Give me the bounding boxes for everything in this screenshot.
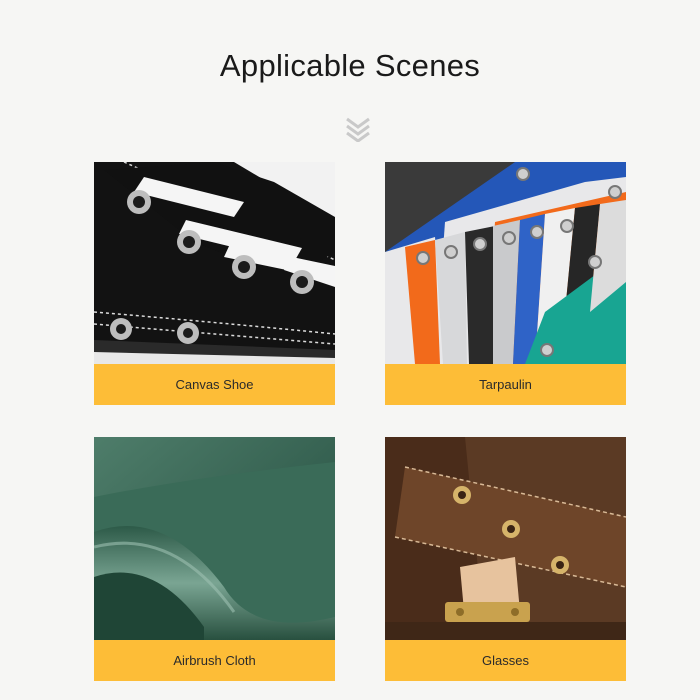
scene-label: Airbrush Cloth	[94, 640, 335, 681]
scene-card-tarpaulin[interactable]: Tarpaulin	[385, 162, 626, 405]
canvas-shoe-photo	[94, 162, 335, 364]
double-chevron-down-icon	[346, 117, 370, 142]
scene-card-glasses[interactable]: Glasses	[385, 437, 626, 681]
page-title: Applicable Scenes	[219, 48, 481, 83]
scene-card-airbrush-cloth[interactable]: Airbrush Cloth	[94, 437, 335, 681]
scene-card-canvas-shoe[interactable]: Canvas Shoe	[94, 162, 335, 405]
scene-label: Canvas Shoe	[94, 364, 335, 405]
tarpaulin-photo	[385, 162, 626, 364]
airbrush-cloth-photo	[94, 437, 335, 640]
scene-label: Glasses	[385, 640, 626, 681]
leather-bag-photo	[385, 437, 626, 640]
scene-label: Tarpaulin	[385, 364, 626, 405]
